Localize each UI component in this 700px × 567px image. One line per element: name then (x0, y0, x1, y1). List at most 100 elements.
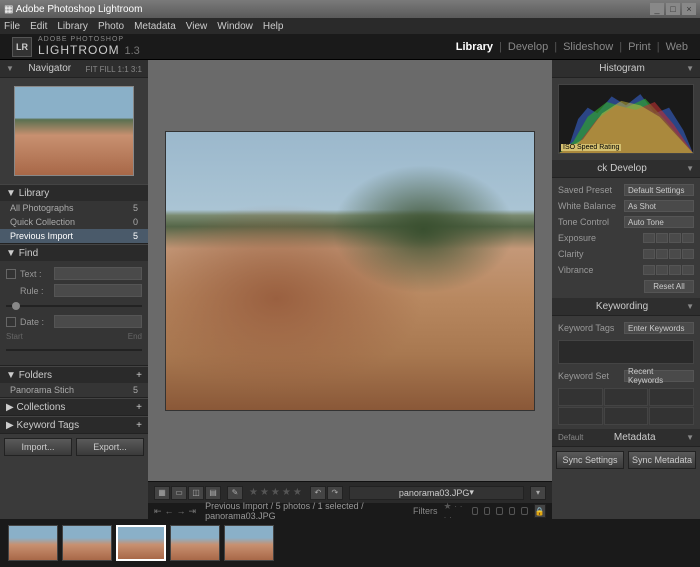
app-icon: ▦ Adobe Photoshop Lightroom (4, 4, 142, 15)
keyword-set-grid (558, 388, 694, 425)
keyword-tags-header[interactable]: ▶ Keyword Tags+ (0, 417, 148, 433)
quickdev-header[interactable]: ck Develop▼ (552, 160, 700, 178)
filmstrip-thumb[interactable] (224, 525, 274, 561)
lightroom-logo-icon: LR (12, 37, 32, 57)
menu-view[interactable]: View (186, 21, 208, 32)
menu-metadata[interactable]: Metadata (134, 21, 176, 32)
exposure-steppers[interactable] (643, 233, 694, 243)
module-develop[interactable]: Develop (508, 41, 548, 53)
library-header[interactable]: ▼ Library (0, 185, 148, 201)
minimize-button[interactable]: _ (650, 3, 664, 15)
vibrance-steppers[interactable] (643, 265, 694, 275)
collections-header[interactable]: ▶ Collections+ (0, 399, 148, 415)
filmstrip-thumb[interactable] (62, 525, 112, 561)
menu-photo[interactable]: Photo (98, 21, 124, 32)
tone-label: Tone Control (558, 217, 609, 227)
toolbar-more-icon[interactable]: ▾ (530, 486, 546, 500)
filter-yellow[interactable] (484, 507, 490, 515)
menu-help[interactable]: Help (263, 21, 284, 32)
auto-tone-button[interactable]: Auto Tone (624, 216, 694, 228)
nav-first-icon[interactable]: ⇤ (154, 506, 162, 516)
nav-arrows: ⇤←→⇥ (154, 506, 199, 517)
path-bar: ⇤←→⇥ Previous Import / 5 photos / 1 sele… (148, 503, 552, 519)
module-slideshow[interactable]: Slideshow (563, 41, 613, 53)
find-header[interactable]: ▼ Find (0, 245, 148, 261)
filter-lock-icon[interactable]: 🔒 (534, 504, 546, 518)
navigator-header[interactable]: ▼NavigatorFIT FILL 1:1 3:1 (0, 60, 148, 78)
folders-header[interactable]: ▼ Folders+ (0, 367, 148, 383)
close-button[interactable]: × (682, 3, 696, 15)
module-picker: Library| Develop| Slideshow| Print| Web (456, 41, 688, 53)
brand: LR ADOBE PHOTOSHOP LIGHTROOM 1.3 (12, 36, 140, 57)
kw-set-label: Keyword Set (558, 371, 609, 381)
rating-stars[interactable]: ★★★★★ (249, 487, 304, 498)
filmstrip-thumb[interactable] (8, 525, 58, 561)
metadata-header[interactable]: DefaultMetadata▼ (552, 429, 700, 447)
grid-view-icon[interactable]: ▦ (154, 486, 170, 500)
kw-tags-input[interactable]: Enter Keywords (624, 322, 694, 334)
folder-item[interactable]: Panorama Stich5 (0, 383, 148, 397)
menu-window[interactable]: Window (217, 21, 253, 32)
vibrance-label: Vibrance (558, 265, 593, 275)
brand-row: LR ADOBE PHOTOSHOP LIGHTROOM 1.3 Library… (0, 34, 700, 60)
module-print[interactable]: Print (628, 41, 651, 53)
navigator-thumbnail[interactable] (14, 86, 134, 176)
find-text-checkbox[interactable] (6, 269, 16, 279)
find-body: Text : Rule : Date : Start End (0, 261, 148, 365)
clarity-steppers[interactable] (643, 249, 694, 259)
keyword-textarea[interactable] (558, 340, 694, 364)
sync-metadata-button[interactable]: Sync Metadata (628, 451, 696, 469)
find-slider[interactable] (6, 301, 142, 311)
export-button[interactable]: Export... (76, 438, 144, 456)
filename-select[interactable]: panorama03.JPG ▾ (349, 486, 524, 500)
filmstrip-thumb[interactable] (170, 525, 220, 561)
kw-tags-label: Keyword Tags (558, 323, 614, 333)
filmstrip-thumb-selected[interactable] (116, 525, 166, 561)
nav-next-icon[interactable]: → (177, 506, 186, 516)
sync-settings-button[interactable]: Sync Settings (556, 451, 624, 469)
paint-icon[interactable]: ✎ (227, 486, 243, 500)
compare-view-icon[interactable]: ◫ (188, 486, 204, 500)
main-image[interactable] (165, 131, 535, 411)
window-controls: _ □ × (650, 3, 696, 15)
navigator-modes[interactable]: FIT FILL 1:1 3:1 (86, 65, 142, 74)
find-date-input[interactable] (54, 315, 142, 328)
find-date-label: Date : (20, 317, 50, 327)
filter-red[interactable] (472, 507, 478, 515)
maximize-button[interactable]: □ (666, 3, 680, 15)
find-date-slider[interactable] (6, 345, 142, 355)
filters-label: Filters (413, 506, 438, 516)
import-button[interactable]: Import... (4, 438, 72, 456)
keywording-header[interactable]: Keywording▼ (552, 298, 700, 316)
rotate-left-icon[interactable]: ↶ (310, 486, 326, 500)
loupe-view-icon[interactable]: ▭ (171, 486, 187, 500)
find-end-label: End (128, 332, 142, 341)
library-all-photographs[interactable]: All Photographs5 (0, 201, 148, 215)
find-start-label: Start (6, 332, 23, 341)
kw-set-select[interactable]: Recent Keywords (624, 370, 694, 382)
wb-select[interactable]: As Shot (624, 200, 694, 212)
find-rule-label: Rule : (20, 286, 50, 296)
module-web[interactable]: Web (666, 41, 688, 53)
filter-purple[interactable] (521, 507, 527, 515)
module-library[interactable]: Library (456, 41, 493, 53)
filter-blue[interactable] (509, 507, 515, 515)
menu-file[interactable]: File (4, 21, 20, 32)
menu-library[interactable]: Library (57, 21, 88, 32)
nav-prev-icon[interactable]: ← (165, 506, 174, 516)
find-rule-input[interactable] (54, 284, 142, 297)
nav-last-icon[interactable]: ⇥ (189, 506, 197, 516)
survey-view-icon[interactable]: ▤ (205, 486, 221, 500)
saved-preset-select[interactable]: Default Settings (624, 184, 694, 196)
histogram-header[interactable]: Histogram▼ (552, 60, 700, 78)
menu-bar: File Edit Library Photo Metadata View Wi… (0, 18, 700, 34)
find-text-input[interactable] (54, 267, 142, 280)
menu-edit[interactable]: Edit (30, 21, 47, 32)
library-previous-import[interactable]: Previous Import5 (0, 229, 148, 243)
find-text-label: Text : (20, 269, 50, 279)
library-quick-collection[interactable]: Quick Collection0 (0, 215, 148, 229)
find-date-checkbox[interactable] (6, 317, 16, 327)
rotate-right-icon[interactable]: ↷ (327, 486, 343, 500)
reset-all-button[interactable]: Reset All (644, 280, 694, 293)
filter-green[interactable] (496, 507, 502, 515)
